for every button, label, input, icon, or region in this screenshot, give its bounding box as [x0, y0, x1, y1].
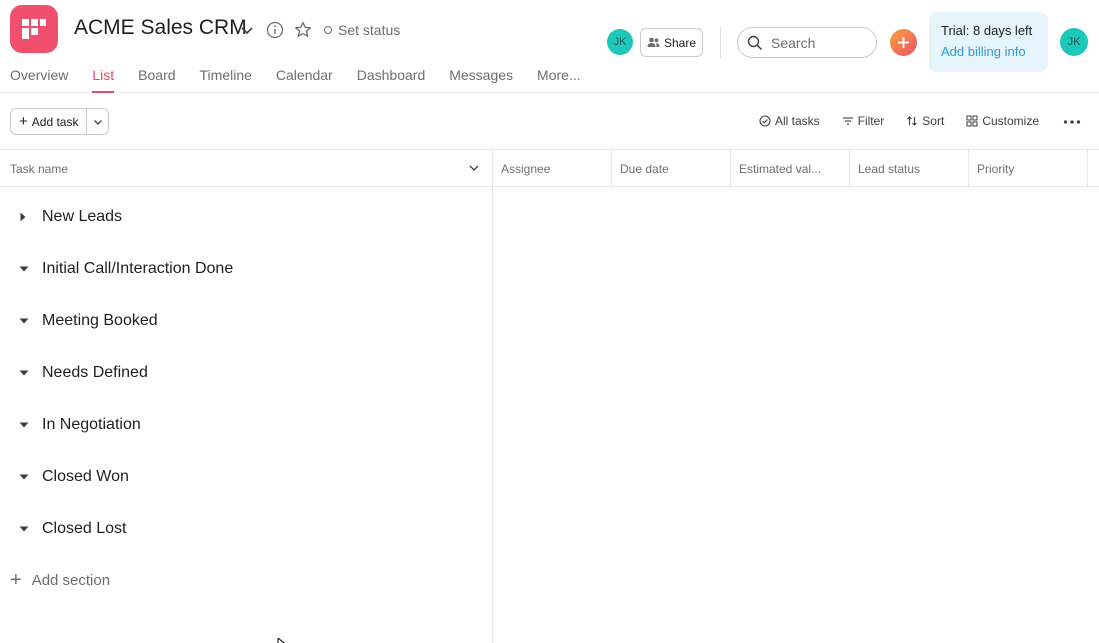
- column-task-name-label: Task name: [10, 161, 69, 176]
- member-avatar[interactable]: JK: [607, 29, 633, 55]
- star-icon[interactable]: [293, 20, 313, 40]
- toolbar-actions: All tasks Filter Sort Customize: [737, 112, 1081, 130]
- section-title: Meeting Booked: [42, 312, 158, 329]
- tab-dashboard[interactable]: Dashboard: [357, 67, 426, 93]
- plus-icon: +: [19, 113, 28, 130]
- customize-icon: [966, 115, 978, 127]
- tab-board[interactable]: Board: [138, 67, 175, 93]
- add-task-dropdown-button[interactable]: [87, 109, 108, 134]
- quick-add-button[interactable]: [890, 29, 917, 56]
- add-section-label: Add section: [31, 571, 111, 589]
- filter-label: Filter: [857, 114, 885, 128]
- people-icon: [647, 37, 660, 47]
- project-tabs: Overview List Board Timeline Calendar Da…: [10, 67, 605, 93]
- trial-text: Trial: 8 days left: [941, 23, 1033, 38]
- plus-icon: +: [10, 569, 22, 591]
- section-title: New Leads: [42, 208, 123, 225]
- search-input[interactable]: Search: [737, 27, 877, 58]
- header-divider: [720, 27, 721, 59]
- project-title[interactable]: ACME Sales CRM: [74, 16, 247, 40]
- more-options-icon[interactable]: [1063, 112, 1081, 130]
- tab-messages[interactable]: Messages: [449, 67, 513, 93]
- check-circle-icon: [759, 115, 771, 127]
- search-icon: [747, 35, 763, 50]
- search-placeholder: Search: [771, 34, 816, 51]
- section-closed-won[interactable]: Closed Won: [10, 451, 129, 503]
- chevron-down-icon: [94, 119, 102, 125]
- tab-list[interactable]: List: [92, 67, 114, 93]
- caret-down-icon[interactable]: [10, 473, 34, 481]
- section-title: Closed Lost: [42, 520, 127, 537]
- chevron-down-icon[interactable]: [237, 20, 257, 40]
- add-task-label: Add task: [31, 114, 79, 129]
- sort-label: Sort: [922, 114, 945, 128]
- tab-timeline[interactable]: Timeline: [200, 67, 252, 93]
- customize-label: Customize: [982, 114, 1039, 128]
- caret-down-icon[interactable]: [10, 421, 34, 429]
- caret-down-icon[interactable]: [10, 525, 34, 533]
- trial-banner[interactable]: Trial: 8 days left Add billing info: [929, 12, 1048, 72]
- all-tasks-button[interactable]: All tasks: [759, 114, 820, 128]
- section-title: Closed Won: [42, 468, 129, 485]
- share-label: Share: [663, 35, 697, 50]
- section-initial-call[interactable]: Initial Call/Interaction Done: [10, 243, 233, 295]
- filter-icon: [842, 117, 853, 125]
- set-status-button[interactable]: Set status: [324, 21, 400, 39]
- column-due-date[interactable]: Due date: [612, 150, 731, 187]
- column-overflow[interactable]: [1088, 150, 1099, 187]
- column-task-name[interactable]: Task name: [10, 150, 493, 187]
- user-avatar[interactable]: JK: [1060, 28, 1088, 56]
- info-icon[interactable]: [265, 20, 285, 40]
- column-estimated-value[interactable]: Estimated val...: [731, 150, 850, 187]
- section-new-leads[interactable]: New Leads: [10, 191, 122, 243]
- caret-right-icon[interactable]: [10, 212, 34, 222]
- grid-divider: [492, 187, 493, 643]
- section-meeting-booked[interactable]: Meeting Booked: [10, 295, 158, 347]
- mouse-cursor-icon: [277, 634, 287, 643]
- tab-more[interactable]: More...: [537, 67, 581, 93]
- chevron-down-icon[interactable]: [466, 160, 482, 176]
- add-task-group: + Add task: [10, 108, 110, 135]
- column-lead-status[interactable]: Lead status: [850, 150, 969, 187]
- add-task-button[interactable]: + Add task: [11, 109, 88, 134]
- section-title: Needs Defined: [42, 364, 148, 381]
- plus-icon: [898, 37, 909, 48]
- section-needs-defined[interactable]: Needs Defined: [10, 347, 148, 399]
- sort-icon: [907, 116, 918, 126]
- column-priority[interactable]: Priority: [969, 150, 1088, 187]
- section-title: Initial Call/Interaction Done: [42, 260, 234, 277]
- column-header-row: Task name Assignee Due date Estimated va…: [0, 150, 1099, 187]
- share-button[interactable]: Share: [640, 28, 703, 57]
- section-title: In Negotiation: [42, 416, 141, 433]
- project-logo-icon[interactable]: [10, 5, 58, 53]
- section-closed-lost[interactable]: Closed Lost: [10, 503, 127, 555]
- column-assignee[interactable]: Assignee: [493, 150, 612, 187]
- caret-down-icon[interactable]: [10, 265, 34, 273]
- sort-button[interactable]: Sort: [906, 114, 944, 128]
- tab-overview[interactable]: Overview: [10, 67, 68, 93]
- set-status-label: Set status: [338, 22, 401, 38]
- add-section-button[interactable]: + Add section: [10, 568, 110, 592]
- add-billing-link[interactable]: Add billing info: [941, 44, 1048, 59]
- tab-calendar[interactable]: Calendar: [276, 67, 333, 93]
- caret-down-icon[interactable]: [10, 317, 34, 325]
- project-header: ACME Sales CRM Set status JK Share Searc…: [0, 0, 1099, 93]
- customize-button[interactable]: Customize: [966, 114, 1039, 128]
- status-dot-icon: [324, 26, 332, 34]
- list-toolbar: + Add task All tasks Filter Sort Customi…: [0, 93, 1099, 150]
- section-in-negotiation[interactable]: In Negotiation: [10, 399, 141, 451]
- all-tasks-label: All tasks: [774, 114, 820, 128]
- caret-down-icon[interactable]: [10, 369, 34, 377]
- filter-button[interactable]: Filter: [842, 114, 885, 128]
